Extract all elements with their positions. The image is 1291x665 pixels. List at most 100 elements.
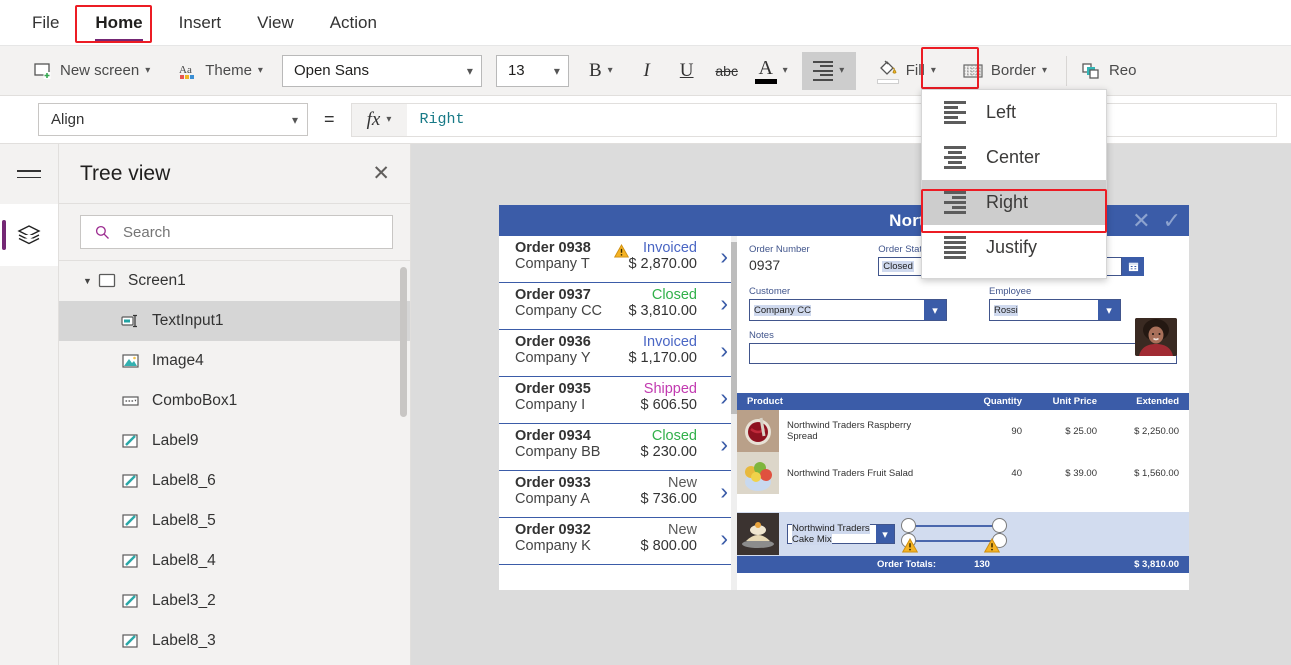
chevron-right-icon[interactable]: › [720, 386, 728, 409]
label-icon [122, 634, 138, 648]
calendar-icon[interactable] [1122, 257, 1145, 276]
menu-item-home[interactable]: Home [91, 11, 146, 42]
gallery-item[interactable]: Order 0937 Closed Company CC $ 3,810.00 … [499, 283, 737, 330]
italic-button[interactable]: I [629, 53, 665, 89]
theme-label: Theme [205, 62, 252, 79]
chevron-right-icon[interactable]: › [720, 527, 728, 550]
tree-node-label: TextInput1 [152, 312, 224, 329]
product-quantity: 40 [1011, 467, 1022, 479]
tree-node-screen1[interactable]: ▼ Screen1 [59, 261, 410, 301]
border-button[interactable]: Border ▾ [955, 53, 1054, 89]
gallery-item[interactable]: Order 0935 Shipped Company I $ 606.50 › [499, 377, 737, 424]
employee-avatar [1135, 318, 1177, 356]
resize-handle-tl[interactable] [901, 518, 916, 533]
formula-input[interactable]: Right [406, 102, 1277, 137]
tree-node-image4[interactable]: Image4 [59, 341, 410, 381]
tree-node-label: ComboBox1 [152, 392, 238, 409]
tree-scrollbar[interactable] [400, 267, 407, 417]
font-size-select[interactable]: 13 ▾ [495, 54, 569, 87]
product-unit-price: $ 39.00 [1065, 467, 1097, 479]
expand-caret-icon[interactable]: ▼ [83, 276, 95, 286]
chevron-right-icon[interactable]: › [720, 480, 728, 503]
notes-field[interactable] [749, 343, 1177, 364]
employee-combobox[interactable]: Rossi ▾ [989, 299, 1121, 321]
tree-node-label8-5[interactable]: Label8_5 [59, 501, 410, 541]
menu-item-view-label: View [257, 12, 294, 32]
hamburger-button[interactable] [0, 144, 58, 204]
column-header-quantity: Quantity [983, 396, 1022, 407]
tree-node-label8-4[interactable]: Label8_4 [59, 541, 410, 581]
chevron-down-icon[interactable]: ▾ [1098, 300, 1120, 320]
confirm-icon[interactable]: ✓ [1163, 209, 1181, 232]
tree-node-textinput1[interactable]: TextInput1 [59, 301, 410, 341]
align-menu-item-justify[interactable]: Justify [922, 225, 1106, 270]
font-color-button[interactable]: A ▾ [751, 53, 792, 89]
property-select[interactable]: Align ▾ [38, 103, 308, 136]
menu-item-action[interactable]: Action [326, 11, 381, 35]
align-menu-item-left[interactable]: Left [922, 90, 1106, 135]
font-color-icon: A [754, 58, 777, 84]
menu-item-insert[interactable]: Insert [175, 11, 226, 35]
column-header-product: Product [747, 396, 783, 407]
align-right-icon [944, 191, 966, 214]
chevron-down-icon[interactable]: ▾ [876, 525, 894, 543]
close-icon[interactable]: ✕ [372, 163, 390, 184]
warning-icon[interactable] [984, 538, 1000, 553]
menu-item-view[interactable]: View [253, 11, 298, 35]
fill-color-swatch [876, 78, 899, 84]
chevron-right-icon[interactable]: › [720, 433, 728, 456]
chevron-right-icon[interactable]: › [720, 292, 728, 315]
label-icon [122, 554, 138, 568]
tree-node-label3-2[interactable]: Label3_2 [59, 581, 410, 621]
reorder-button[interactable]: Reo [1073, 53, 1144, 89]
rail-item-tree-view[interactable] [0, 204, 58, 266]
fill-button[interactable]: Fill ▾ [870, 53, 943, 89]
product-thumbnail [737, 410, 779, 452]
product-row[interactable]: Northwind Traders Fruit Salad 40 $ 39.00… [737, 452, 1189, 494]
new-screen-button[interactable]: New screen ▾ [26, 53, 157, 89]
chevron-right-icon[interactable]: › [720, 245, 728, 268]
gallery-item[interactable]: Order 0936 Invoiced Company Y $ 1,170.00… [499, 330, 737, 377]
theme-button[interactable]: Aa Theme ▾ [171, 53, 270, 89]
chevron-down-icon: ▾ [257, 64, 263, 76]
gallery-item[interactable]: Order 0932 New Company K $ 800.00 › [499, 518, 737, 565]
warning-icon[interactable] [902, 538, 918, 553]
align-menu-item-right[interactable]: Right [922, 180, 1106, 225]
product-row[interactable]: Northwind Traders Raspberry Spread 90 $ … [737, 410, 1189, 452]
gallery-item[interactable]: Order 0933 New Company A $ 736.00 › [499, 471, 737, 518]
product-row-editing[interactable]: Northwind Traders Cake Mix ▾ [737, 512, 1189, 556]
order-amount: $ 230.00 [640, 444, 697, 460]
strikethrough-button[interactable]: abc [709, 53, 745, 89]
customer-combobox[interactable]: Company CC ▾ [749, 299, 947, 321]
tree-view-panel: Tree view ✕ ▼ Screen1 [59, 144, 411, 665]
align-button[interactable]: ▾ [801, 51, 856, 90]
search-input[interactable] [121, 222, 392, 242]
product-combobox[interactable]: Northwind Traders Cake Mix ▾ [787, 523, 895, 545]
tree-node-label9[interactable]: Label9 [59, 421, 410, 461]
order-amount: $ 1,170.00 [628, 350, 697, 366]
tree-node-list[interactable]: ▼ Screen1 TextInput1 Image4 ComboBox1 La… [59, 261, 410, 665]
cancel-icon[interactable]: ✕ [1132, 209, 1150, 232]
fx-button[interactable]: fx ▾ [350, 102, 407, 137]
font-family-select[interactable]: Open Sans ▾ [281, 54, 482, 87]
order-totals-quantity: 130 [974, 559, 990, 570]
align-menu-item-center[interactable]: Center [922, 135, 1106, 180]
tree-node-label8-3[interactable]: Label8_3 [59, 621, 410, 661]
menu-item-file[interactable]: File [28, 11, 63, 35]
gallery-item[interactable]: Order 0938 Invoiced Company T $ 2,870.00… [499, 236, 737, 283]
search-box[interactable] [80, 215, 393, 249]
order-totals-row: Order Totals: 130 $ 3,810.00 [737, 556, 1189, 573]
tree-node-label8-6[interactable]: Label8_6 [59, 461, 410, 501]
order-totals-extended: $ 3,810.00 [1134, 559, 1179, 570]
strikethrough-label: abc [715, 62, 738, 79]
gallery-item[interactable]: Order 0934 Closed Company BB $ 230.00 › [499, 424, 737, 471]
chevron-down-icon[interactable]: ▾ [924, 300, 946, 320]
bold-button[interactable]: B ▾ [585, 53, 617, 89]
resize-handle-tr[interactable] [992, 518, 1007, 533]
order-company: Company CC [515, 303, 603, 319]
order-status: Invoiced [642, 334, 697, 350]
tree-node-label: Image4 [152, 352, 204, 369]
chevron-right-icon[interactable]: › [720, 339, 728, 362]
tree-node-combobox1[interactable]: ComboBox1 [59, 381, 410, 421]
underline-button[interactable]: U [669, 53, 705, 89]
